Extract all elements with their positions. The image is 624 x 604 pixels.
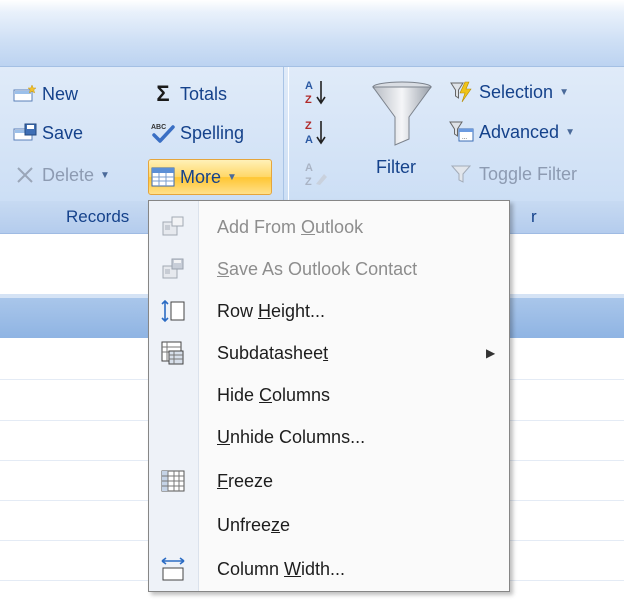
toggle-filter-label: Toggle Filter (479, 163, 578, 184)
menu-item-label: Subdatasheet (217, 342, 329, 363)
menu-item-label: Freeze (217, 470, 274, 491)
more-dropdown-menu: Add From Outlook Save As Outlook Contact… (148, 200, 510, 592)
delete-record-label: Delete (42, 164, 95, 185)
clear-sort-button[interactable]: A Z (303, 159, 333, 189)
delete-record-button[interactable]: Delete ▼ (12, 160, 110, 190)
menu-item-label: Add From Outlook (217, 216, 364, 237)
menu-item-freeze[interactable]: Freeze (149, 461, 509, 501)
menu-item-label: Save As Outlook Contact (217, 258, 418, 279)
menu-item-label: Unfreeze (217, 514, 291, 535)
sort-az-icon: A Z (303, 80, 329, 106)
sort-ascending-button[interactable]: A Z (303, 77, 333, 107)
totals-button[interactable]: Σ Totals (150, 79, 227, 109)
new-record-button[interactable]: New (12, 79, 78, 109)
svg-text:Z: Z (305, 120, 312, 132)
menu-item-unhide-columns[interactable]: Unhide Columns... (149, 417, 509, 457)
freeze-grid-icon (159, 468, 187, 494)
sigma-icon: Σ (156, 81, 170, 106)
chevron-down-icon: ▼ (565, 126, 575, 138)
chevron-down-icon: ▼ (227, 171, 237, 183)
totals-label: Totals (180, 83, 228, 104)
advanced-filter-button[interactable]: ... Advanced ▼ (449, 117, 575, 147)
svg-text:...: ... (462, 135, 467, 141)
menu-item-column-width[interactable]: Column Width... (149, 549, 509, 589)
outlook-add-contact-icon (159, 214, 187, 240)
funnel-icon (371, 81, 433, 154)
svg-text:Z: Z (305, 176, 312, 188)
selection-filter-button[interactable]: Selection ▼ (449, 77, 569, 107)
chevron-right-icon: ▶ (486, 346, 496, 360)
chevron-down-icon: ▼ (100, 169, 110, 181)
advanced-filter-label: Advanced (479, 121, 560, 142)
spelling-label: Spelling (180, 122, 245, 143)
menu-item-unfreeze[interactable]: Unfreeze (149, 505, 509, 545)
save-record-button[interactable]: Save (12, 118, 83, 148)
menu-item-subdatasheet[interactable]: Subdatasheet ▶ (149, 333, 509, 373)
svg-text:ABC: ABC (151, 124, 166, 131)
spelling-check-icon: ABC (150, 122, 176, 144)
svg-text:A: A (305, 162, 313, 174)
new-record-icon (12, 83, 38, 105)
menu-item-add-from-outlook[interactable]: Add From Outlook (149, 207, 509, 247)
menu-item-label: Column Width... (217, 558, 346, 579)
menu-item-label: Row Height... (217, 300, 326, 321)
selection-filter-icon (449, 81, 475, 103)
outlook-save-contact-icon (159, 256, 187, 282)
filter-label: Filter (376, 157, 416, 177)
clear-sort-icon: A Z (303, 162, 329, 188)
save-record-label: Save (42, 122, 84, 143)
more-button[interactable]: More ▼ (150, 162, 237, 192)
svg-text:A: A (305, 80, 313, 92)
menu-item-row-height[interactable]: Row Height... (149, 291, 509, 331)
spelling-button[interactable]: ABC Spelling (150, 118, 244, 148)
toggle-filter-button[interactable]: Toggle Filter (449, 159, 577, 189)
filter-button[interactable]: Filter (367, 73, 437, 197)
menu-item-hide-columns[interactable]: Hide Columns (149, 375, 509, 415)
more-label: More (180, 166, 222, 187)
row-height-icon (159, 298, 187, 324)
ribbon-tab-strip (0, 0, 624, 66)
selection-filter-label: Selection (479, 81, 554, 102)
sort-filter-group-label: r (531, 207, 537, 226)
advanced-filter-icon: ... (449, 121, 475, 143)
menu-item-label: Unhide Columns... (217, 426, 366, 447)
sort-za-icon: Z A (303, 120, 329, 146)
save-icon (12, 122, 38, 144)
chevron-down-icon: ▼ (559, 86, 569, 98)
records-group-label: Records (66, 207, 130, 226)
svg-text:Z: Z (305, 94, 312, 106)
new-record-label: New (42, 83, 79, 104)
subdatasheet-icon (159, 340, 187, 366)
svg-text:A: A (305, 134, 313, 146)
menu-item-save-as-outlook-contact[interactable]: Save As Outlook Contact (149, 249, 509, 289)
datasheet-grid-icon (150, 166, 176, 188)
column-width-icon (159, 556, 187, 582)
toggle-filter-icon (449, 163, 475, 185)
delete-x-icon (12, 164, 38, 186)
sort-descending-button[interactable]: Z A (303, 117, 333, 147)
menu-item-label: Hide Columns (217, 384, 331, 405)
